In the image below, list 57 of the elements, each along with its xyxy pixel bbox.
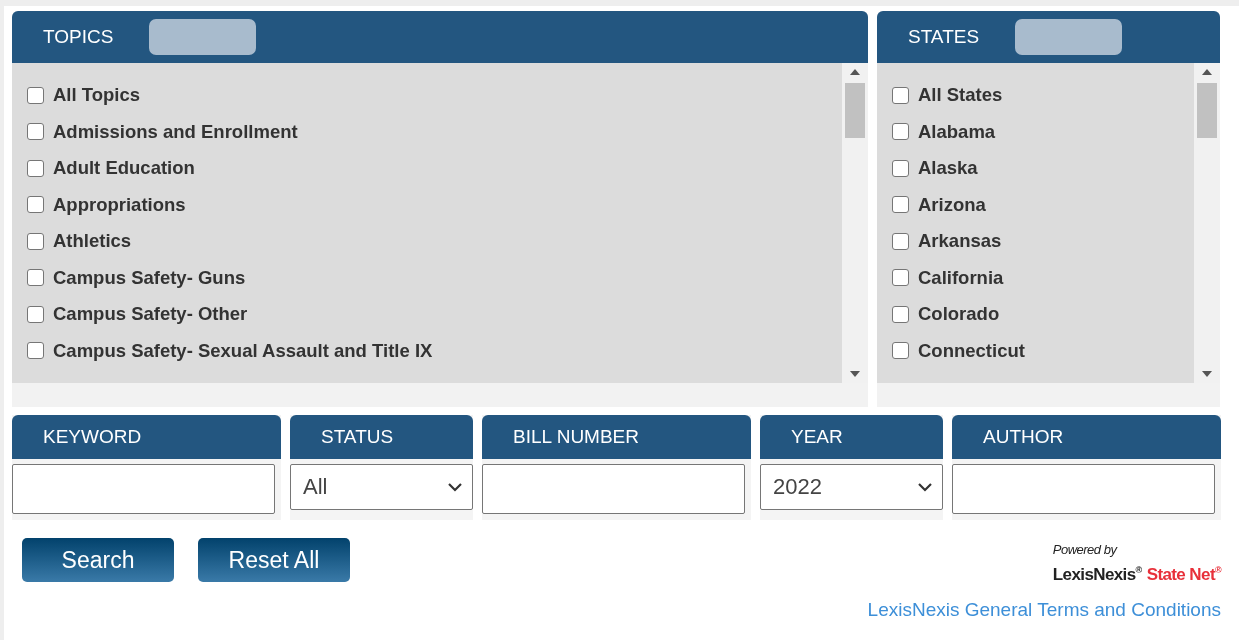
scroll-up-icon[interactable] — [1202, 69, 1212, 75]
checkbox-label[interactable]: Alaska — [918, 157, 978, 179]
product-logo-text: State Net$^{®}$ — [1146, 565, 1221, 585]
checkbox[interactable] — [892, 269, 909, 286]
checkbox-label[interactable]: Alabama — [918, 120, 996, 143]
checkbox-label[interactable]: Campus Safety- Sexual Assault and Title IX — [53, 339, 433, 362]
panel-title: STATES — [908, 26, 980, 48]
checkbox-label[interactable]: Colorado — [918, 303, 1000, 325]
checkbox[interactable] — [892, 86, 909, 104]
checkbox-label[interactable]: All Topics — [53, 84, 141, 106]
field-header: YEAR — [760, 415, 943, 459]
checkbox[interactable] — [892, 342, 909, 359]
checkbox[interactable] — [27, 159, 44, 177]
scroll-down-icon[interactable] — [850, 371, 860, 377]
checkbox[interactable] — [27, 232, 44, 250]
panel-title: TOPICS — [43, 26, 114, 48]
checkbox[interactable] — [892, 232, 909, 250]
checkbox[interactable] — [27, 305, 44, 323]
field-header: STATUS — [290, 415, 473, 459]
field-header: BILL NUMBER — [482, 415, 751, 459]
chevron-down-icon — [448, 482, 462, 492]
checkbox-label[interactable]: Connecticut — [918, 339, 1025, 362]
input-field[interactable] — [952, 464, 1215, 514]
checkbox-label[interactable]: All States — [918, 84, 1003, 106]
checkbox[interactable] — [892, 159, 909, 177]
checkbox[interactable] — [27, 123, 44, 140]
checkbox-label[interactable]: Appropriations — [53, 193, 186, 216]
checkbox-label[interactable]: Adult Education — [53, 157, 195, 179]
powered-by-caption: Powered by — [1052, 542, 1117, 557]
checkbox-label[interactable]: Arizona — [918, 193, 986, 216]
scroll-thumb[interactable] — [845, 83, 865, 138]
scroll-up-icon[interactable] — [850, 69, 860, 75]
chevron-down-icon — [918, 482, 932, 492]
checkbox-label[interactable]: Arkansas — [918, 230, 1002, 252]
checkbox-label[interactable]: Campus Safety- Other — [53, 303, 248, 325]
search-button[interactable]: Search — [22, 538, 174, 582]
checkbox[interactable] — [27, 196, 44, 213]
checkbox[interactable] — [27, 342, 44, 359]
checkbox-label[interactable]: Athletics — [53, 230, 132, 252]
field-header: AUTHOR — [952, 415, 1221, 459]
input-field[interactable] — [12, 464, 275, 514]
dropdown[interactable]: All — [290, 464, 473, 510]
input-field[interactable] — [482, 464, 745, 514]
checkbox-label[interactable]: California — [918, 266, 1004, 289]
checkbox[interactable] — [892, 123, 909, 140]
checkbox[interactable] — [892, 305, 909, 323]
scroll-down-icon[interactable] — [1202, 371, 1212, 377]
checkbox-label[interactable]: Campus Safety- Guns — [53, 266, 246, 289]
checkbox[interactable] — [27, 269, 44, 286]
reset-button[interactable]: Reset All — [198, 538, 350, 582]
checkbox[interactable] — [892, 196, 909, 213]
field-header: KEYWORD — [12, 415, 281, 459]
checkbox[interactable] — [27, 86, 44, 104]
checkbox-label[interactable]: Admissions and Enrollment — [53, 120, 298, 143]
dropdown[interactable]: 2022 — [760, 464, 943, 510]
brand-logo-text: LexisNexis$^{®}$ — [1052, 565, 1142, 585]
scroll-thumb[interactable] — [1197, 83, 1217, 138]
